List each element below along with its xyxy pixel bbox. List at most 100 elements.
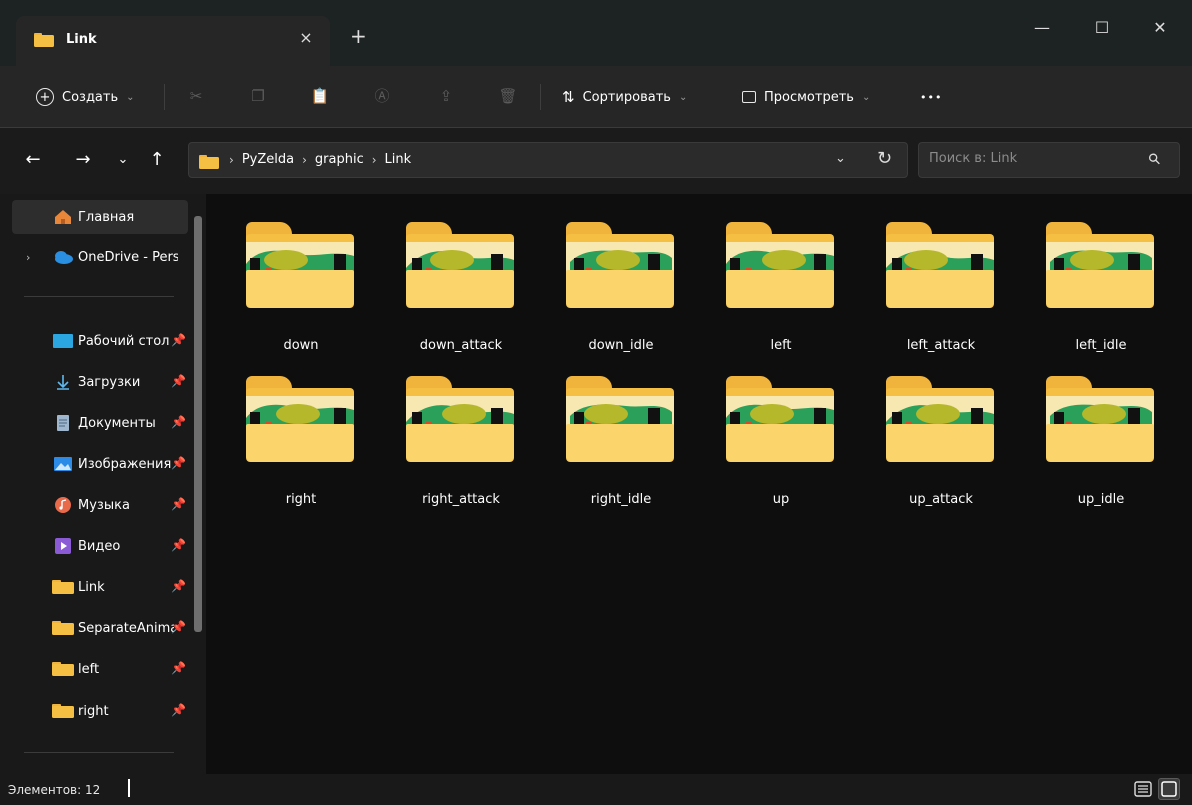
delete-icon[interactable]: 🗑	[498, 86, 518, 106]
more-options-button[interactable]: •••	[920, 66, 942, 128]
documents-icon	[57, 415, 69, 431]
sidebar-item-label: Музыка	[78, 497, 130, 513]
pin-icon[interactable]: 📌	[171, 620, 186, 634]
pin-icon[interactable]: 📌	[171, 703, 186, 717]
folder-item-up-idle[interactable]: up_idle	[1006, 354, 1156, 507]
folder-item-left[interactable]: left	[686, 200, 836, 353]
view-button[interactable]: Просмотреть ⌄	[742, 66, 870, 128]
recent-chevron-icon[interactable]: ⌄	[112, 150, 134, 170]
sidebar-item-label: Документы	[78, 415, 156, 431]
search-box[interactable]: ⚲	[918, 142, 1180, 178]
sidebar-item-video[interactable]: Видео 📌	[12, 529, 188, 563]
sidebar-item-link[interactable]: Link 📌	[12, 570, 188, 604]
music-icon	[55, 497, 71, 513]
pin-icon[interactable]: 📌	[171, 415, 186, 429]
folder-item-up-attack[interactable]: up_attack	[846, 354, 996, 507]
navigation-bar: ← → ⌄ ↑ › PyZelda › graphic › Link ⌄ ↻ ⚲	[0, 128, 1192, 194]
folder-icon	[886, 222, 994, 312]
sidebar-item-left[interactable]: left 📌	[12, 652, 188, 686]
pin-icon[interactable]: 📌	[171, 456, 186, 470]
pictures-icon	[54, 457, 72, 471]
pin-icon[interactable]: 📌	[171, 661, 186, 675]
breadcrumb-item[interactable]: Link	[385, 152, 412, 167]
folder-icon	[726, 222, 834, 312]
rename-icon[interactable]: Ⓐ	[372, 86, 392, 106]
details-view-button[interactable]	[1132, 778, 1154, 800]
folder-item-down-attack[interactable]: down_attack	[366, 200, 516, 353]
chevron-right-icon[interactable]: ›	[26, 251, 30, 264]
home-icon	[55, 210, 71, 224]
folder-icon	[1046, 376, 1154, 466]
folder-icon	[566, 222, 674, 312]
sidebar-item-downloads[interactable]: Загрузки 📌	[12, 365, 188, 399]
download-icon	[57, 375, 69, 390]
breadcrumb-item[interactable]: graphic	[315, 152, 364, 167]
folder-icon	[34, 33, 54, 51]
sidebar-item-documents[interactable]: Документы 📌	[12, 406, 188, 440]
folder-icon	[52, 621, 74, 635]
create-button[interactable]: + Создать ⌄	[36, 66, 135, 128]
sidebar-item-pictures[interactable]: Изображения 📌	[12, 447, 188, 481]
folder-item-right-attack[interactable]: right_attack	[366, 354, 516, 507]
folder-item-down-idle[interactable]: down_idle	[526, 200, 676, 353]
close-tab-icon[interactable]: ×	[296, 28, 316, 47]
tiles-view-button[interactable]	[1158, 778, 1180, 800]
sidebar-item-label: Видео	[78, 538, 121, 554]
folder-icon	[246, 222, 354, 312]
chevron-down-icon: ⌄	[678, 91, 688, 103]
forward-arrow-icon[interactable]: →	[72, 150, 94, 170]
sidebar-item-label: Рабочий стол	[78, 333, 170, 349]
folder-icon	[199, 155, 219, 173]
share-icon[interactable]: ⇪	[436, 86, 456, 106]
folder-item-left-attack[interactable]: left_attack	[846, 200, 996, 353]
folder-icon	[246, 376, 354, 466]
sidebar-item-onedrive[interactable]: › OneDrive - Personal	[12, 240, 188, 274]
folder-icon	[406, 376, 514, 466]
folder-item-left-idle[interactable]: left_idle	[1006, 200, 1156, 353]
sidebar-item-home[interactable]: Главная	[12, 200, 188, 234]
address-history-chevron-icon[interactable]: ⌄	[835, 151, 846, 166]
sidebar-item-desktop[interactable]: Рабочий стол 📌	[12, 324, 188, 358]
address-bar[interactable]: › PyZelda › graphic › Link ⌄ ↻	[188, 142, 908, 178]
sort-label: Сортировать	[582, 89, 671, 105]
pin-icon[interactable]: 📌	[171, 497, 186, 511]
sidebar-item-label: Главная	[78, 209, 135, 225]
folder-item-right-idle[interactable]: right_idle	[526, 354, 676, 507]
close-window-button[interactable]: ✕	[1140, 14, 1180, 42]
folder-icon	[52, 662, 74, 676]
copy-icon[interactable]: ❐	[248, 86, 268, 106]
sidebar-item-label: left	[78, 661, 100, 677]
pin-icon[interactable]: 📌	[171, 374, 186, 388]
folder-item-right[interactable]: right	[206, 354, 356, 507]
breadcrumb-item[interactable]: PyZelda	[242, 152, 294, 167]
search-icon[interactable]: ⚲	[1144, 149, 1165, 170]
item-count: Элементов: 12	[8, 783, 101, 797]
new-tab-button[interactable]: +	[350, 26, 367, 46]
pin-icon[interactable]: 📌	[171, 579, 186, 593]
onedrive-icon	[55, 251, 73, 264]
sidebar-item-label: right	[78, 703, 109, 719]
folder-item-down[interactable]: down	[206, 200, 356, 353]
maximize-button[interactable]: ☐	[1082, 14, 1122, 42]
sidebar-item-music[interactable]: Музыка 📌	[12, 488, 188, 522]
folder-item-up[interactable]: up	[686, 354, 836, 507]
sidebar-item-separateanimations[interactable]: SeparateAnimations 📌	[12, 611, 188, 645]
refresh-icon[interactable]: ↻	[877, 148, 892, 169]
sidebar-item-right[interactable]: right 📌	[12, 694, 188, 728]
title-bar: Link × + — ☐ ✕	[0, 0, 1192, 66]
cut-icon[interactable]: ✂	[186, 86, 206, 106]
folder-icon	[406, 222, 514, 312]
minimize-button[interactable]: —	[1022, 14, 1062, 42]
tab-link[interactable]: Link ×	[16, 16, 330, 66]
sort-button[interactable]: ⇅ Сортировать ⌄	[562, 66, 687, 128]
back-arrow-icon[interactable]: ←	[22, 150, 44, 170]
pin-icon[interactable]: 📌	[171, 538, 186, 552]
paste-icon[interactable]: 📋	[310, 86, 330, 106]
pin-icon[interactable]: 📌	[171, 333, 186, 347]
text-caret	[128, 779, 130, 797]
create-label: Создать	[62, 89, 119, 105]
search-input[interactable]	[929, 151, 1139, 166]
up-arrow-icon[interactable]: ↑	[146, 150, 168, 170]
folder-icon	[726, 376, 834, 466]
sidebar-scrollbar[interactable]	[194, 216, 202, 632]
